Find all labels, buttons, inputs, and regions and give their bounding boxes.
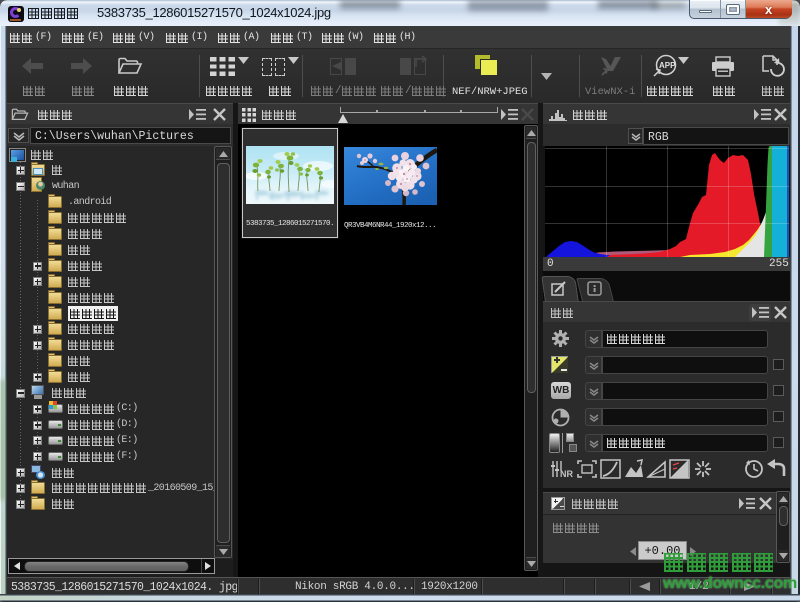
svg-text:APP: APP <box>659 61 676 70</box>
svg-text:NR: NR <box>560 469 573 479</box>
